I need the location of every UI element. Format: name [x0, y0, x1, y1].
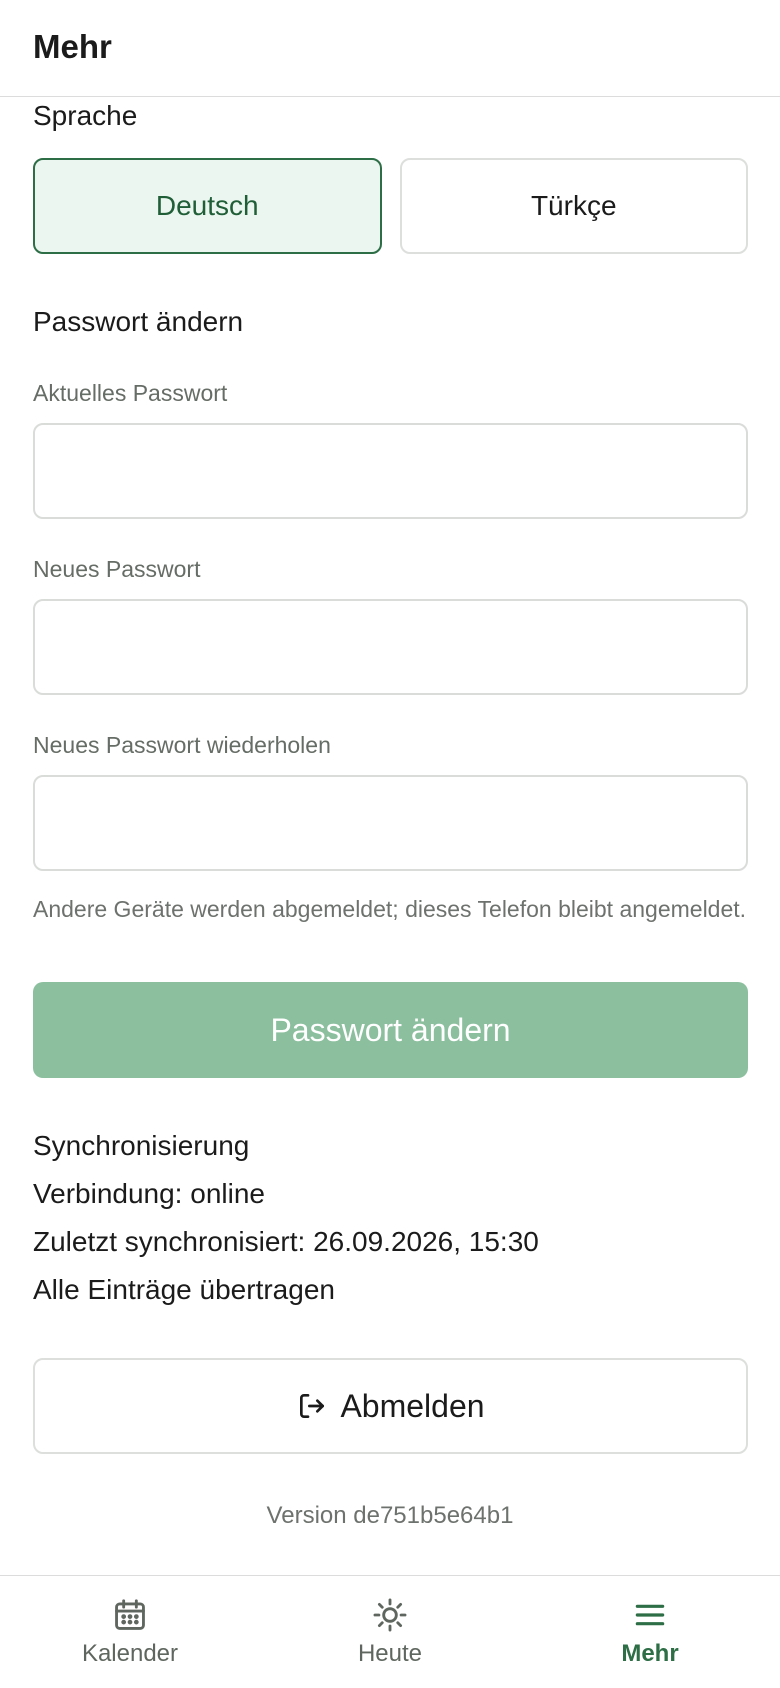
page-title: Mehr	[33, 28, 112, 65]
logout-button[interactable]: Abmelden	[33, 1358, 748, 1454]
nav-label-mehr: Mehr	[621, 1640, 679, 1667]
app-header: Mehr	[0, 0, 780, 97]
new-password-label: Neues Passwort	[33, 556, 201, 582]
calendar-icon	[111, 1596, 149, 1634]
repeat-password-input[interactable]	[33, 775, 748, 871]
nav-item-heute[interactable]: Heute	[260, 1576, 520, 1688]
sync-transfer-status: Alle Einträge übertragen	[33, 1274, 335, 1305]
sync-connection-status: Verbindung: online	[33, 1178, 265, 1209]
app-version: Version de751b5e64b1	[266, 1502, 514, 1529]
nav-item-mehr[interactable]: Mehr	[520, 1576, 780, 1688]
nav-label-kalender: Kalender	[81, 1640, 179, 1667]
sync-last-synced: Zuletzt synchronisiert: 26.09.2026, 15:3…	[33, 1226, 539, 1257]
menu-icon	[631, 1596, 669, 1634]
language-option-deutsch[interactable]: Deutsch	[33, 158, 382, 254]
nav-item-kalender[interactable]: Kalender	[0, 1576, 260, 1688]
sun-icon	[371, 1596, 409, 1634]
language-selector: Deutsch Türkçe	[33, 158, 748, 254]
logout-icon	[296, 1390, 328, 1422]
language-option-turkce[interactable]: Türkçe	[399, 158, 748, 254]
nav-label-heute: Heute	[357, 1640, 423, 1667]
sync-section-title: Synchronisierung	[33, 1130, 250, 1161]
logout-label: Abmelden	[340, 1387, 485, 1424]
change-password-button[interactable]: Passwort ändern	[33, 982, 748, 1078]
password-section-title: Passwort ändern	[33, 306, 244, 337]
current-password-input[interactable]	[33, 423, 748, 519]
new-password-input[interactable]	[33, 599, 748, 695]
current-password-label: Aktuelles Passwort	[33, 380, 228, 406]
bottom-navigation: Kalender Heute Mehr	[0, 1575, 780, 1688]
language-section-title: Sprache	[33, 100, 138, 131]
password-hint: Andere Geräte werden abgemeldet; dieses …	[33, 896, 747, 922]
repeat-password-label: Neues Passwort wiederholen	[33, 732, 331, 758]
